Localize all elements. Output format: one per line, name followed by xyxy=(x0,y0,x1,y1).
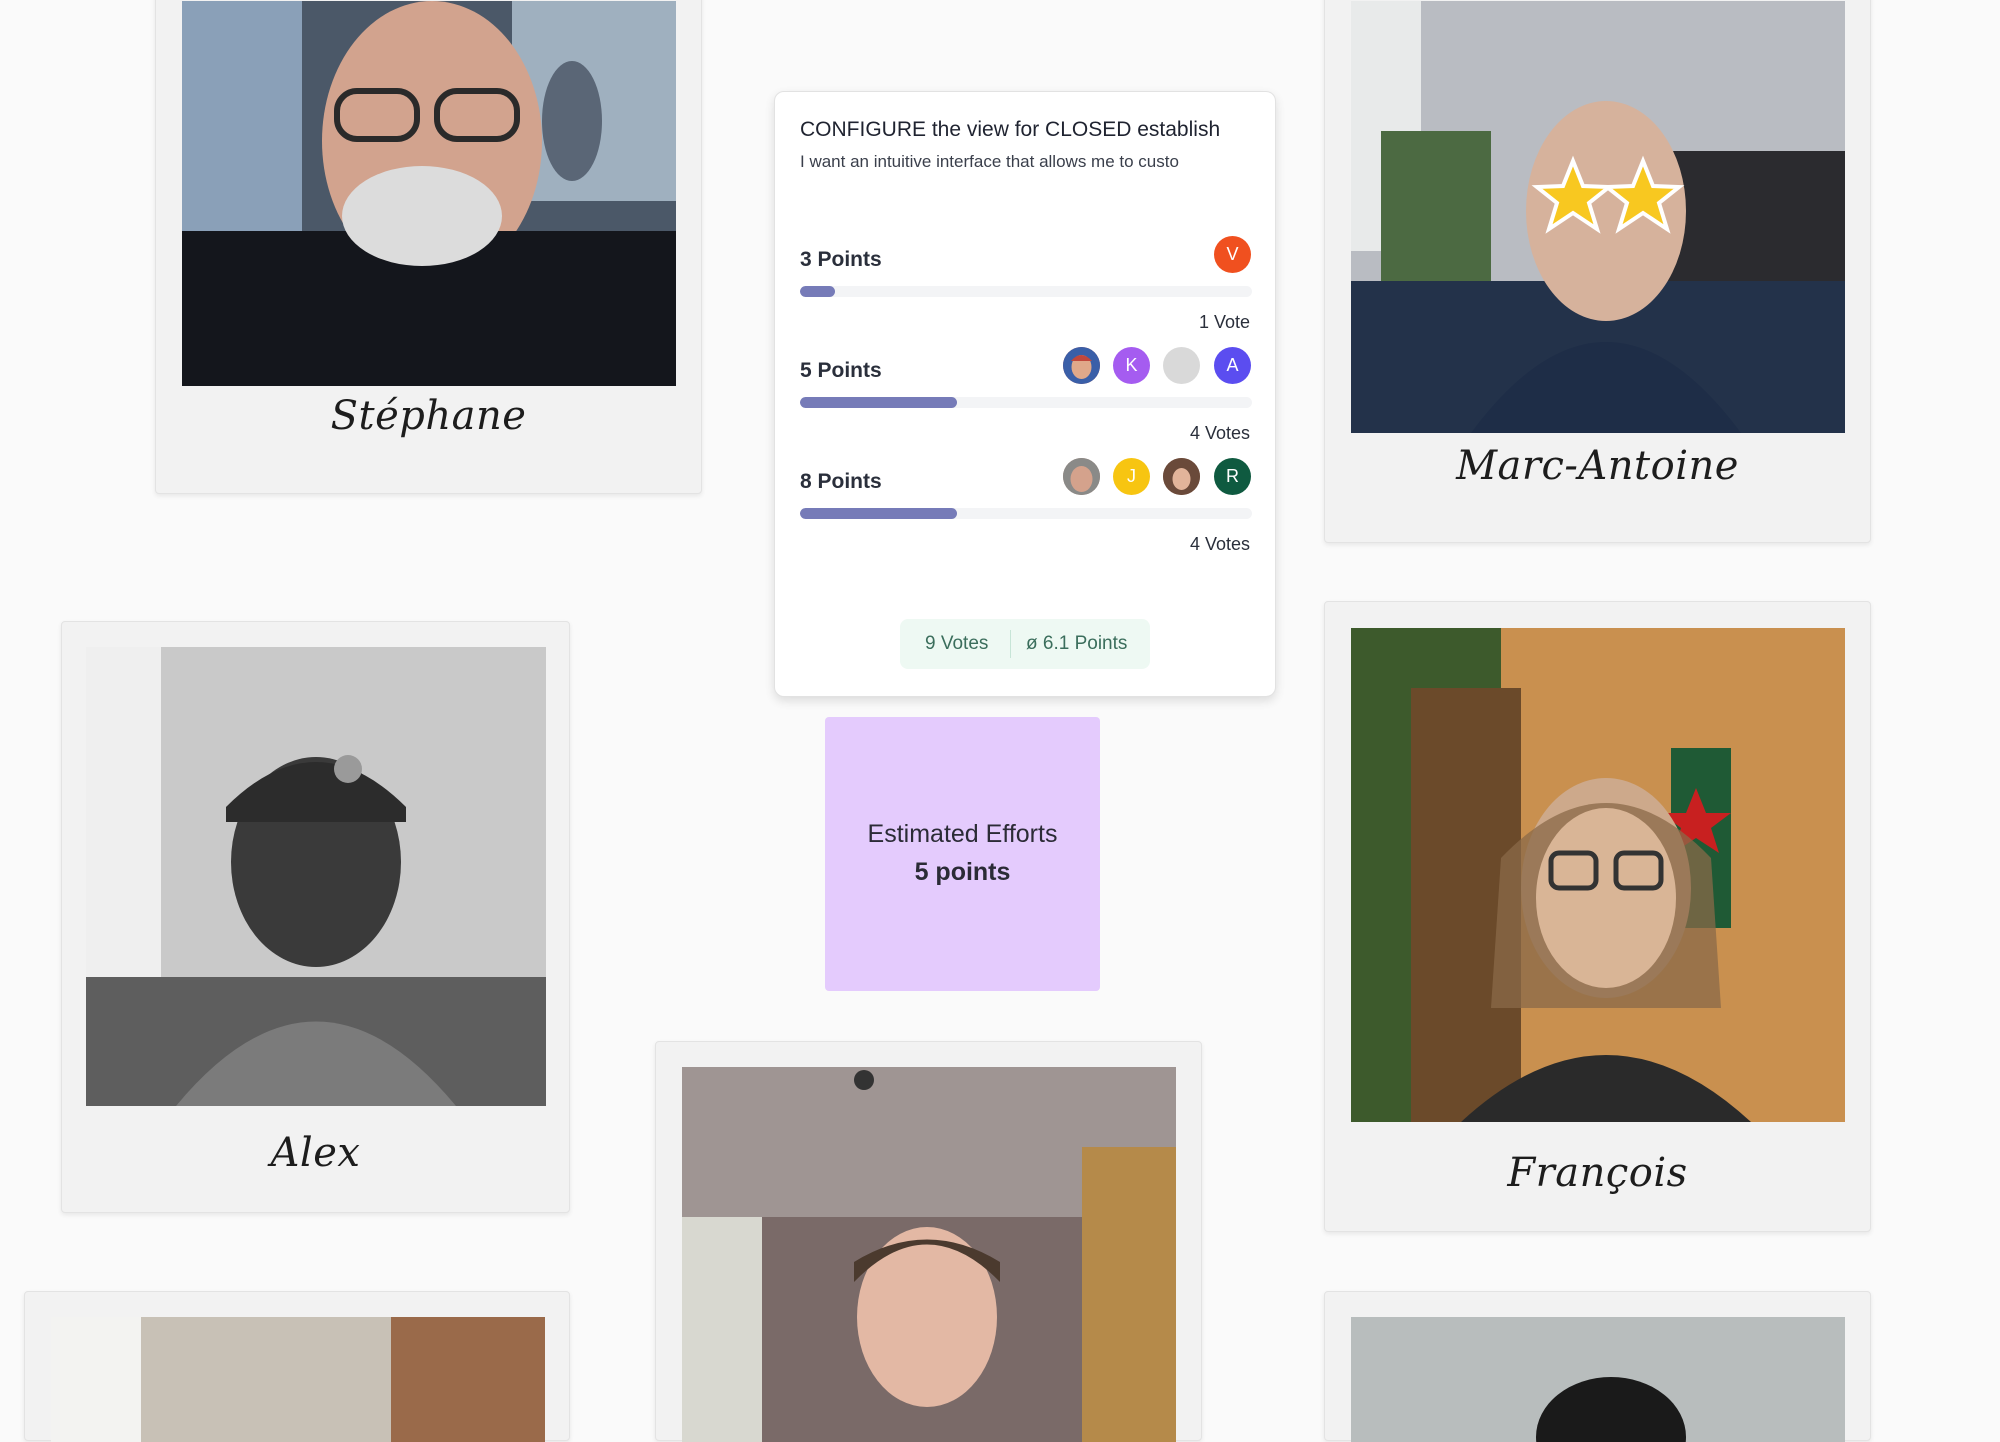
video-feed xyxy=(1351,1317,1845,1442)
option-label: 8 Points xyxy=(800,470,882,493)
total-votes: 9 Votes xyxy=(925,633,989,654)
vote-summary: 9 Votes ø 6.1 Points xyxy=(900,619,1150,669)
vote-progress-bar xyxy=(800,397,1252,408)
vote-count: 4 Votes xyxy=(1189,423,1250,443)
video-feed xyxy=(51,1317,545,1442)
video-feed xyxy=(682,1067,1176,1442)
video-feed xyxy=(1351,628,1845,1122)
voter-avatar: K xyxy=(1113,347,1150,384)
voter-avatar: A xyxy=(1214,347,1251,384)
option-label: 3 Points xyxy=(800,248,882,271)
participant-card-stephane: Stéphane xyxy=(155,0,702,494)
vote-count: 1 Vote xyxy=(1198,312,1250,332)
voter-avatar: R xyxy=(1214,458,1251,495)
participant-card xyxy=(655,1041,1202,1442)
participant-card xyxy=(24,1291,570,1442)
vote-progress-bar xyxy=(800,286,1252,297)
voter-avatar-photo xyxy=(1063,347,1100,384)
voter-avatar: J xyxy=(1113,458,1150,495)
participant-name: Alex xyxy=(270,1130,361,1176)
estimate-label: Estimated Efforts xyxy=(867,820,1058,848)
story-description: I want an intuitive interface that allow… xyxy=(800,152,1179,171)
divider xyxy=(1010,630,1011,658)
voter-avatar: V xyxy=(1214,236,1251,273)
participant-name: Stéphane xyxy=(330,393,527,439)
participant-card xyxy=(1324,1291,1871,1442)
participant-card-marc-antoine: Marc-Antoine xyxy=(1324,0,1871,543)
vote-progress-fill xyxy=(800,286,836,297)
video-feed xyxy=(86,647,546,1106)
option-label: 5 Points xyxy=(800,359,882,382)
vote-count: 4 Votes xyxy=(1189,534,1250,554)
voter-avatar-photo xyxy=(1163,458,1200,495)
video-feed xyxy=(182,1,676,386)
participant-card-francois: François xyxy=(1324,601,1871,1232)
voter-avatar xyxy=(1163,347,1200,384)
voter-avatar-photo xyxy=(1063,458,1100,495)
story-title: CONFIGURE the view for CLOSED establish xyxy=(800,118,1221,141)
estimate-value: 5 points xyxy=(914,858,1011,886)
vote-progress-bar xyxy=(800,508,1252,519)
participant-name: Marc-Antoine xyxy=(1456,443,1739,489)
estimated-efforts-note[interactable]: Estimated Efforts 5 points xyxy=(825,717,1100,991)
participant-card-alex: Alex xyxy=(61,621,570,1213)
average-points: ø 6.1 Points xyxy=(1026,633,1128,654)
vote-progress-fill xyxy=(800,397,957,408)
voting-results-card: CONFIGURE the view for CLOSED establish … xyxy=(774,91,1276,697)
vote-progress-fill xyxy=(800,508,957,519)
video-feed xyxy=(1351,1,1845,433)
participant-name: François xyxy=(1507,1150,1688,1196)
